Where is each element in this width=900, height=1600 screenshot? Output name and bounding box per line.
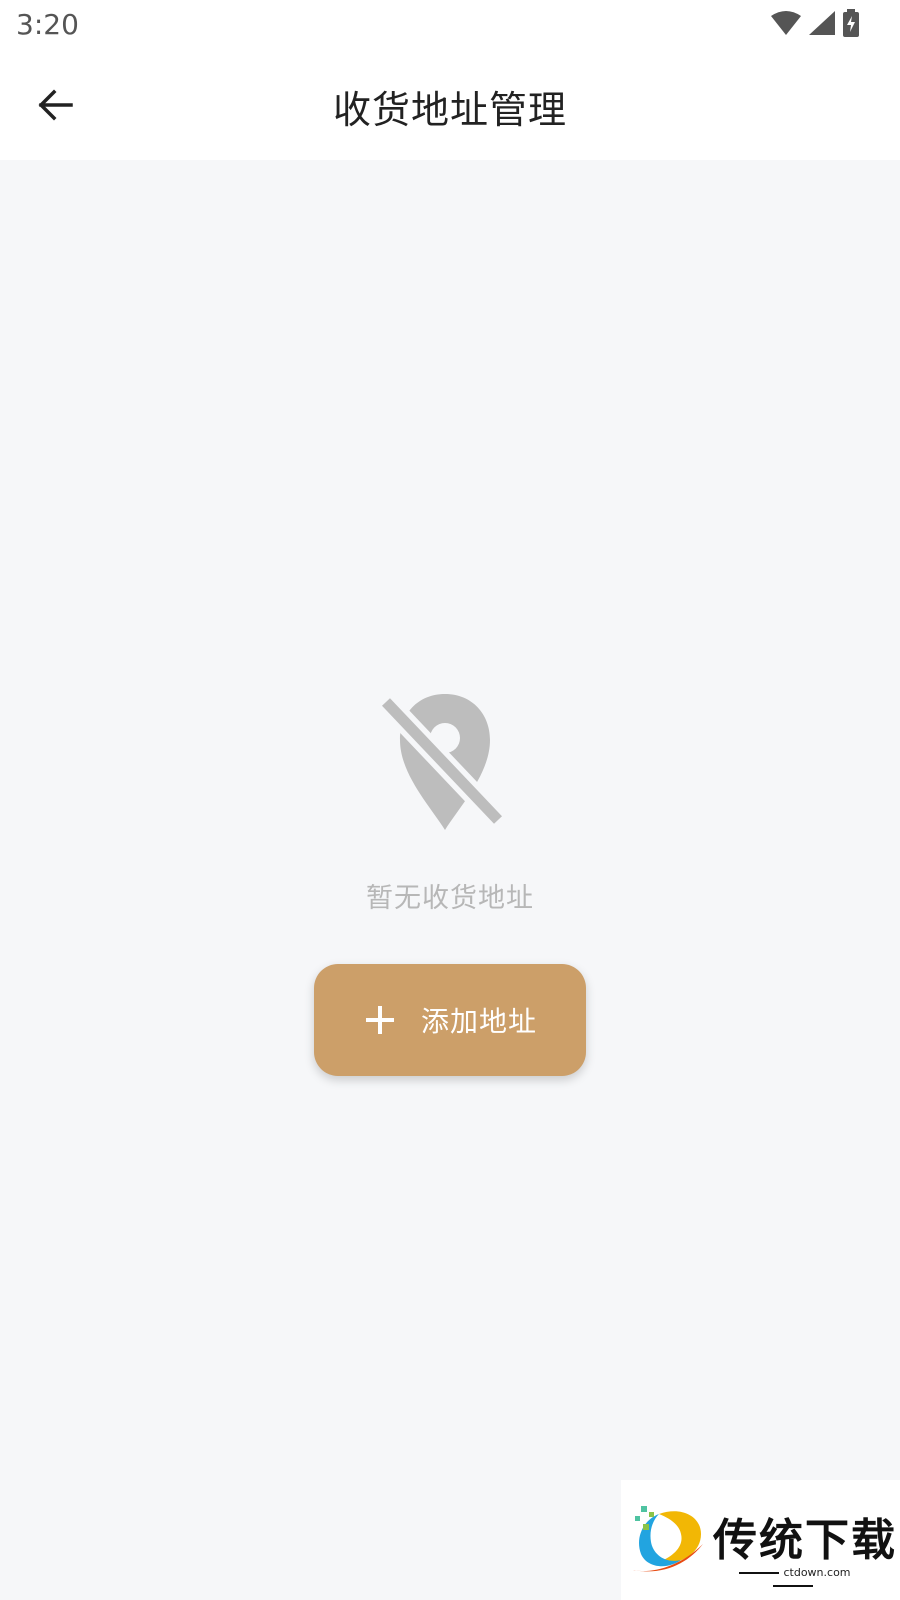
page-title: 收货地址管理 [332,88,567,132]
plus-icon [363,1003,397,1037]
watermark-logo-icon [629,1504,705,1576]
watermark-title: 传统下载 [713,1515,897,1566]
cellular-signal-icon [808,10,836,40]
status-icons [770,9,860,41]
battery-charging-icon [842,9,860,41]
location-off-icon [378,694,506,832]
wifi-icon [770,10,802,40]
watermark: 传统下载 ctdown.com [621,1480,900,1600]
status-time: 3:20 [16,8,79,41]
empty-state-message: 暂无收货地址 [366,883,534,914]
status-bar: 3:20 [0,0,900,52]
add-address-button[interactable]: 添加地址 [314,964,586,1076]
add-address-label: 添加地址 [420,1005,537,1038]
app-bar: 收货地址管理 [0,52,900,160]
watermark-url: ctdown.com [713,1566,873,1592]
